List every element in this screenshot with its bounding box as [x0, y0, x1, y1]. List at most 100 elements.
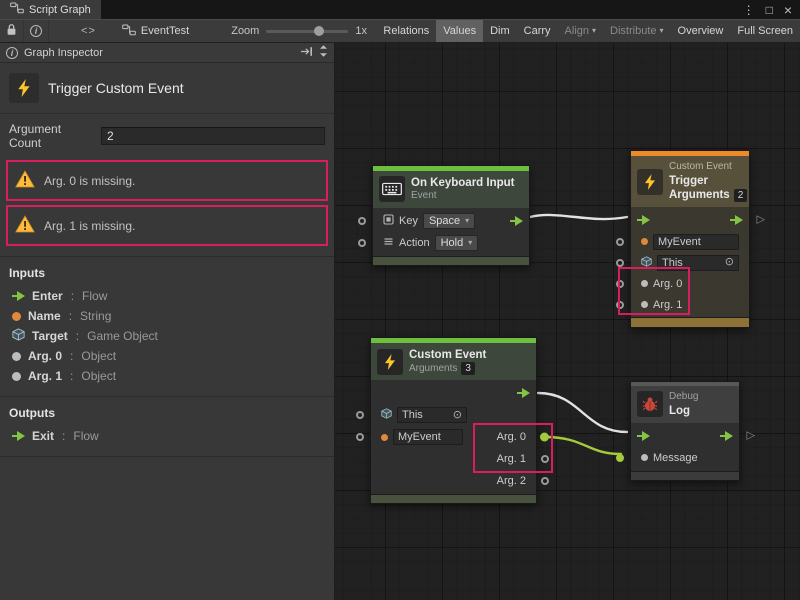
flow-output-port[interactable]: [510, 216, 523, 226]
target-field[interactable]: This: [402, 409, 449, 421]
object-port-icon: [641, 301, 648, 308]
port-arg1-output[interactable]: [541, 455, 549, 463]
values-button[interactable]: Values: [436, 20, 483, 42]
object-port-icon: [12, 352, 21, 361]
object-picker-icon[interactable]: ⊙: [725, 257, 734, 268]
zoom-slider-track[interactable]: [266, 30, 348, 33]
full-screen-button[interactable]: Full Screen: [730, 20, 800, 42]
lock-icon: [6, 23, 17, 39]
argument-count-badge: 2: [734, 189, 748, 202]
input-port-name: Name : String: [0, 306, 334, 326]
wire-event-to-debug[interactable]: [538, 393, 627, 432]
key-dropdown[interactable]: Space ▾: [423, 213, 475, 229]
window-menu-button[interactable]: ⋮: [743, 4, 755, 16]
port-name-input[interactable]: [616, 238, 624, 246]
flow-output-port[interactable]: [730, 215, 743, 225]
node-title: On Keyboard Input: [411, 176, 515, 190]
panel-stepper-icon[interactable]: [319, 44, 328, 61]
game-object-cube-icon: [641, 256, 652, 270]
separator: :: [69, 309, 72, 323]
separator: :: [76, 329, 79, 343]
carry-button[interactable]: Carry: [517, 20, 558, 42]
relations-button[interactable]: Relations: [376, 20, 436, 42]
graph-asset-icon: [122, 24, 136, 39]
zoom-slider[interactable]: [266, 25, 348, 37]
input-port-enter: Enter : Flow: [0, 286, 334, 306]
port-target-input[interactable]: [356, 411, 364, 419]
event-name-field[interactable]: MyEvent: [658, 236, 734, 248]
dock-panel-icon[interactable]: [300, 46, 313, 60]
chevron-down-icon: ▾: [465, 217, 469, 225]
port-name-input[interactable]: [356, 433, 364, 441]
zoom-slider-handle[interactable]: [314, 26, 324, 36]
object-picker-icon[interactable]: ⊙: [453, 410, 462, 421]
lock-button[interactable]: [0, 20, 24, 42]
inputs-heading: Inputs: [0, 266, 334, 286]
port-key-input[interactable]: [358, 217, 366, 225]
unconnected-flow-triangle-icon: ▷: [747, 430, 755, 441]
node-supertitle: Debug: [669, 391, 698, 404]
outputs-heading: Outputs: [0, 406, 334, 426]
warning-icon: [15, 215, 35, 236]
port-message-input[interactable]: [616, 454, 624, 462]
separator: :: [71, 289, 74, 303]
flow-input-port[interactable]: [637, 431, 650, 441]
event-name-field[interactable]: MyEvent: [398, 431, 458, 443]
wire-keyboard-to-trigger[interactable]: [530, 215, 627, 219]
tab-script-graph[interactable]: Script Graph: [0, 0, 101, 19]
node-on-keyboard-input[interactable]: On Keyboard Input Event Key Space ▾: [372, 165, 530, 266]
code-view-button[interactable]: < >: [75, 20, 100, 42]
flow-output-port[interactable]: [517, 388, 530, 398]
key-value: Space: [429, 215, 460, 227]
port-target-input[interactable]: [616, 259, 624, 267]
align-button[interactable]: Align▾: [558, 20, 603, 42]
graph-inspector-panel: i Graph Inspector Trigger Custom Event A…: [0, 43, 335, 600]
overview-button[interactable]: Overview: [671, 20, 731, 42]
node-custom-event[interactable]: Custom Event Arguments 3 This⊙: [370, 337, 537, 504]
separator: :: [70, 349, 73, 363]
node-title: Trigger: [669, 174, 747, 188]
inspector-node-title: Trigger Custom Event: [48, 80, 184, 96]
graph-canvas[interactable]: On Keyboard Input Event Key Space ▾: [335, 43, 800, 600]
node-trigger-custom-event[interactable]: Custom Event Trigger Arguments 2 ▷: [630, 150, 750, 328]
tab-title: Script Graph: [29, 4, 91, 16]
port-type: Object: [81, 349, 116, 363]
object-port-icon: [12, 372, 21, 381]
window-close-button[interactable]: ×: [784, 3, 792, 17]
graph-name-breadcrumb[interactable]: EventTest: [114, 24, 197, 39]
argument-count-input[interactable]: [101, 127, 325, 145]
port-name: Arg. 0: [28, 349, 62, 363]
output-port-exit: Exit : Flow: [0, 426, 334, 446]
zoom-value: 1x: [355, 25, 367, 37]
game-object-cube-icon: [381, 408, 392, 422]
port-name: Exit: [32, 429, 54, 443]
lightning-icon: [637, 169, 663, 195]
string-port-icon: [641, 238, 648, 245]
flow-output-port[interactable]: [720, 431, 733, 441]
window-maximize-button[interactable]: □: [766, 4, 773, 16]
port-arg2-output[interactable]: [541, 477, 549, 485]
flow-arrow-icon: [12, 431, 25, 441]
arg0-label: Arg. 0: [653, 278, 682, 290]
port-name: Enter: [32, 289, 63, 303]
port-arg1-input[interactable]: [616, 301, 624, 309]
port-arg0-output[interactable]: [540, 433, 549, 442]
action-dropdown[interactable]: Hold ▾: [435, 235, 479, 251]
node-footer: [371, 494, 536, 503]
port-arg0-input[interactable]: [616, 280, 624, 288]
distribute-button[interactable]: Distribute▾: [603, 20, 670, 42]
list-icon: [383, 236, 394, 250]
keycap-icon: [383, 214, 394, 228]
flow-input-port[interactable]: [637, 215, 650, 225]
port-action-input[interactable]: [358, 239, 366, 247]
target-field[interactable]: This: [662, 257, 721, 269]
node-debug-log[interactable]: Debug Log ▷ Message: [630, 381, 740, 481]
window-tab-bar: Script Graph ⋮ □ ×: [0, 0, 800, 19]
key-label: Key: [399, 215, 418, 227]
dim-button[interactable]: Dim: [483, 20, 517, 42]
info-button[interactable]: i: [24, 20, 49, 42]
wire-arg0-to-message[interactable]: [545, 437, 621, 454]
warning-text: Arg. 0 is missing.: [44, 174, 135, 188]
port-type: Game Object: [87, 329, 158, 343]
port-name: Arg. 1: [28, 369, 62, 383]
